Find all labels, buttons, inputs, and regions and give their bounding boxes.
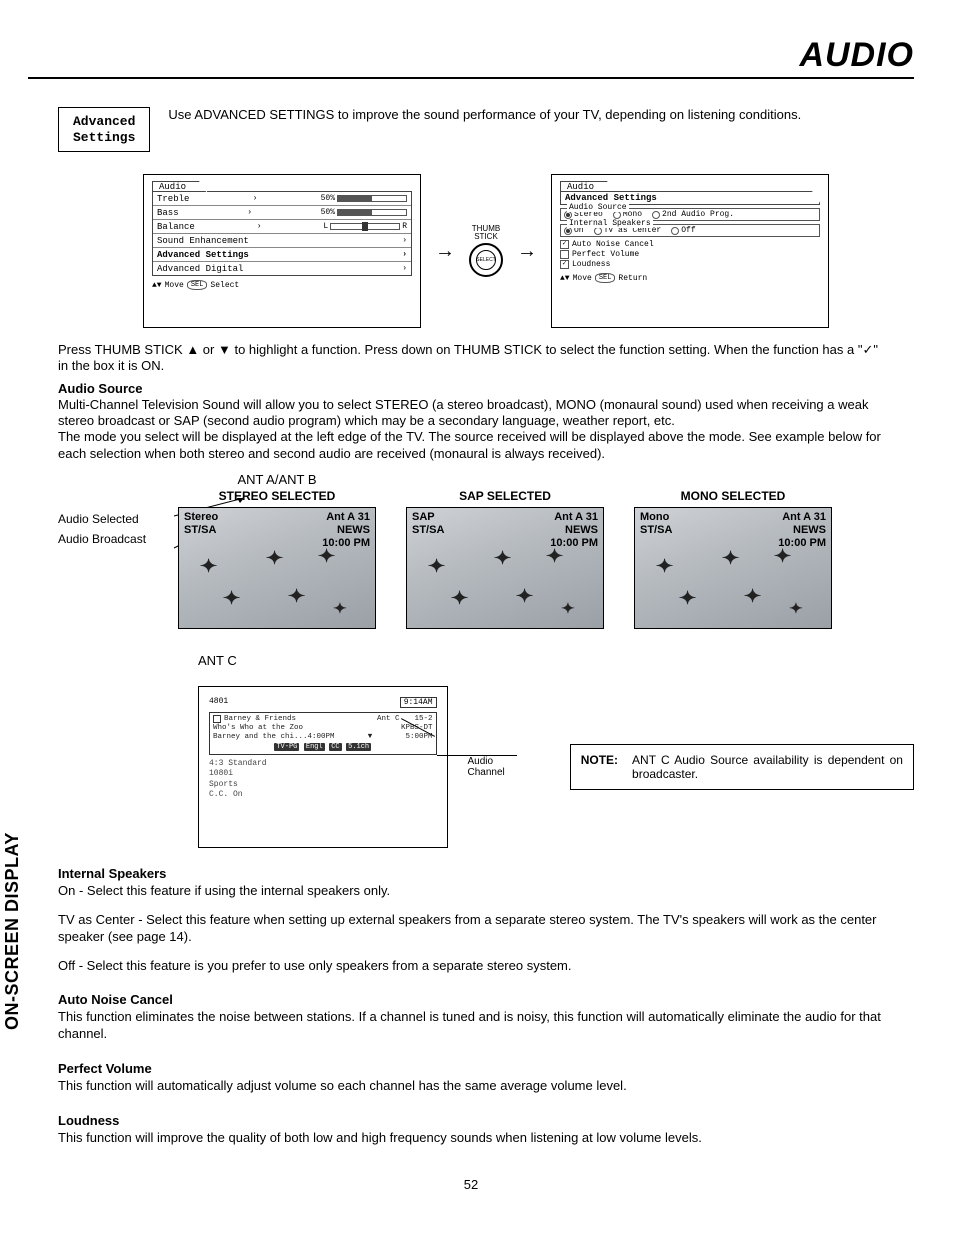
ant-c-screenshot: 4801 9:14AM Barney & Friends Ant C 15-2 … xyxy=(198,686,448,848)
adv-settings-header: Advanced Settings xyxy=(565,193,657,203)
instruction-text: Press THUMB STICK ▲ or ▼ to highlight a … xyxy=(58,342,884,375)
adv-line2: Settings xyxy=(73,130,135,146)
stereo-selected-head: STEREO SELECTED xyxy=(178,489,376,503)
check-perfect-volume: Perfect Volume xyxy=(560,250,820,259)
menu-item-bass: Bass › 50% xyxy=(153,206,411,220)
internal-center-text: TV as Center - Select this feature when … xyxy=(58,912,884,946)
menu-item-adv-digital: Advanced Digital› xyxy=(153,262,411,275)
loudness-text: This function will improve the quality o… xyxy=(58,1130,884,1147)
mono-selected-head: MONO SELECTED xyxy=(634,489,832,503)
intro-text: Use ADVANCED SETTINGS to improve the sou… xyxy=(168,107,914,122)
internal-speakers-group: Internal Speakers On TV as Center Off xyxy=(560,224,820,237)
audio-menu-screenshot: Audio Treble › 50% Bass › 50% Balance › … xyxy=(143,174,421,328)
menu-tab-audio: Audio xyxy=(152,181,207,192)
ant-c-label: ANT C xyxy=(198,653,914,668)
auto-noise-heading: Auto Noise Cancel xyxy=(58,992,884,1009)
perfect-volume-text: This function will automatically adjust … xyxy=(58,1078,884,1095)
internal-speakers-heading: Internal Speakers xyxy=(58,866,884,883)
auto-noise-text: This function eliminates the noise betwe… xyxy=(58,1009,884,1043)
arrow-right-icon: → xyxy=(517,241,537,261)
audio-channel-callout: Audio Channel xyxy=(468,756,530,778)
menu-footer: ▲▼Move SELReturn xyxy=(560,273,820,283)
callout-labels: Audio Selected Audio Broadcast xyxy=(58,472,178,552)
sap-selected-head: SAP SELECTED xyxy=(406,489,604,503)
audio-source-heading: Audio Source xyxy=(58,381,884,397)
adv-line1: Advanced xyxy=(73,114,135,130)
check-auto-noise: Auto Noise Cancel xyxy=(560,240,820,249)
audio-source-p2: The mode you select will be displayed at… xyxy=(58,429,884,462)
arrow-right-icon: → xyxy=(435,241,455,261)
tv-example-stereo: Stereo ST/SA Ant A 31 NEWS 10:00 PM ✦✦✦ … xyxy=(178,507,376,629)
menu-item-balance: Balance › LR xyxy=(153,220,411,234)
thumb-stick-diagram: THUMB STICK SELECT xyxy=(469,225,503,277)
loudness-heading: Loudness xyxy=(58,1113,884,1130)
page-number: 52 xyxy=(28,1177,914,1192)
internal-on-text: On - Select this feature if using the in… xyxy=(58,883,884,900)
advanced-settings-box: Advanced Settings xyxy=(58,107,150,152)
audio-source-p1: Multi-Channel Television Sound will allo… xyxy=(58,397,884,430)
menu-footer: ▲▼Move SELSelect xyxy=(152,280,412,290)
note-box: NOTE: ANT C Audio Source availability is… xyxy=(570,744,914,790)
tv-example-sap: SAP ST/SA Ant A 31 NEWS 10:00 PM ✦✦✦ ✦✦✦ xyxy=(406,507,604,629)
advanced-settings-menu-screenshot: Audio Advanced Settings Audio Source Ste… xyxy=(551,174,829,328)
internal-off-text: Off - Select this feature is you prefer … xyxy=(58,958,884,975)
check-loudness: Loudness xyxy=(560,260,820,269)
page-title: AUDIO xyxy=(28,36,914,79)
perfect-volume-heading: Perfect Volume xyxy=(58,1061,884,1078)
menu-item-treble: Treble › 50% xyxy=(153,192,411,206)
ant-ab-label: ANT A/ANT B xyxy=(178,472,376,487)
menu-item-adv-settings: Advanced Settings› xyxy=(153,248,411,262)
menu-item-sound-enh: Sound Enhancement› xyxy=(153,234,411,248)
side-tab-label: ON-SCREEN DISPLAY xyxy=(2,832,23,1030)
tv-example-mono: Mono ST/SA Ant A 31 NEWS 10:00 PM ✦✦✦ ✦✦… xyxy=(634,507,832,629)
